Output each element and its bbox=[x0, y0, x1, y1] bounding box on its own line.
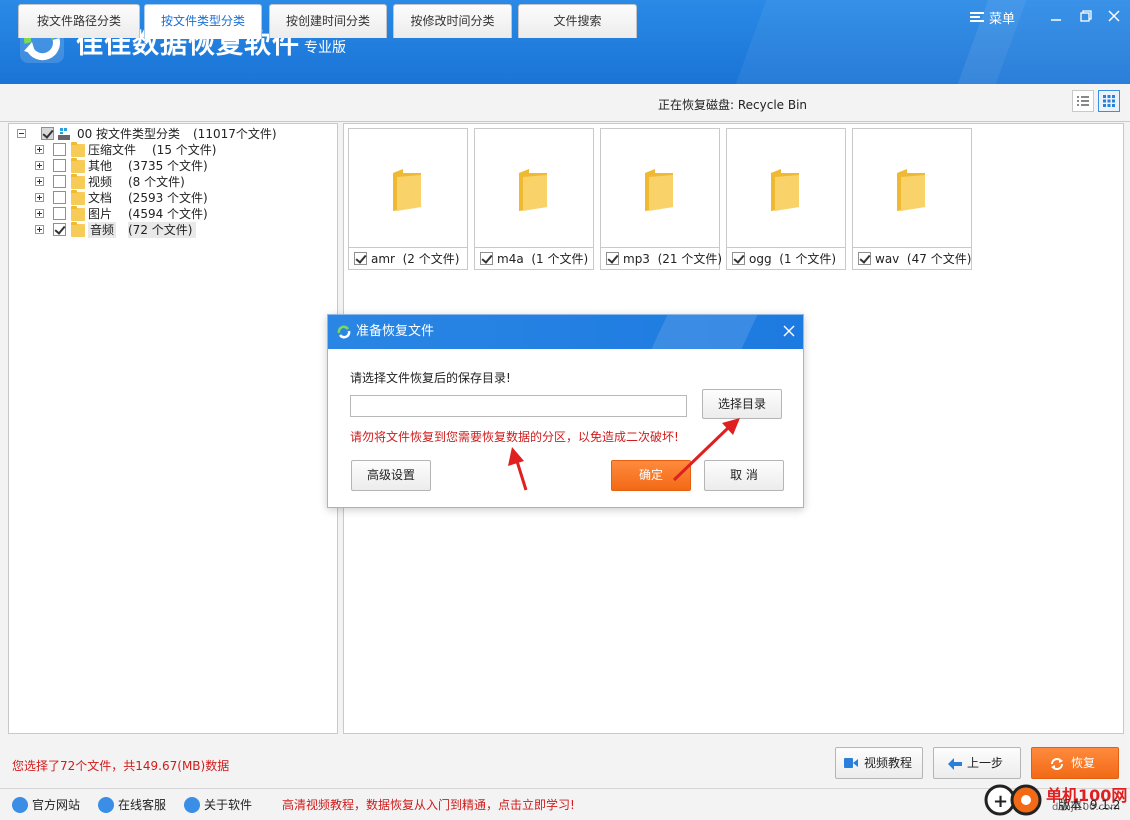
video-tutorial-button[interactable]: 视频教程 bbox=[835, 747, 923, 779]
promo-link[interactable]: 高清视频教程，数据恢复从入门到精通，点击立即学习! bbox=[282, 796, 575, 813]
home-icon bbox=[12, 796, 28, 813]
previous-step-label: 上一步 bbox=[966, 756, 1003, 770]
about-label: 关于软件 bbox=[204, 798, 253, 812]
svg-text:+: + bbox=[993, 791, 1008, 812]
support-icon bbox=[98, 796, 114, 813]
annotation-arrow-choose-dir bbox=[672, 426, 730, 482]
recover-button[interactable]: 恢复 bbox=[1031, 747, 1119, 779]
annotation-arrows bbox=[508, 418, 740, 491]
video-icon bbox=[844, 758, 858, 768]
arrow-left-icon bbox=[948, 758, 962, 770]
video-tutorial-label: 视频教程 bbox=[863, 756, 912, 770]
official-site-link[interactable]: 官方网站 bbox=[12, 796, 80, 813]
refresh-icon bbox=[1051, 758, 1063, 770]
about-link[interactable]: 关于软件 bbox=[184, 796, 252, 813]
online-support-link[interactable]: 在线客服 bbox=[98, 796, 166, 813]
previous-step-button[interactable]: 上一步 bbox=[933, 747, 1021, 779]
info-icon bbox=[184, 796, 200, 813]
version-label: 版本: 9.1.2 bbox=[1058, 798, 1121, 812]
online-support-label: 在线客服 bbox=[118, 798, 167, 812]
recover-label: 恢复 bbox=[1070, 756, 1095, 770]
selection-summary: 您选择了72个文件，共149.67(MB)数据 bbox=[12, 759, 230, 773]
official-site-label: 官方网站 bbox=[32, 798, 81, 812]
